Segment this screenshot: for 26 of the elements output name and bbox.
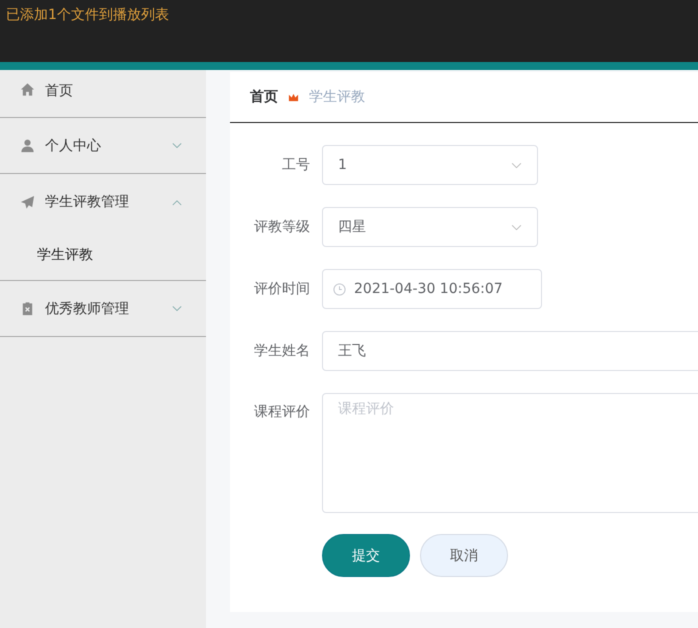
field-label: 评价时间 xyxy=(253,280,311,298)
chevron-up-icon xyxy=(172,198,182,206)
chevron-down-icon xyxy=(511,224,522,230)
user-icon xyxy=(20,138,35,153)
sidebar-item[interactable]: 学生评教管理 xyxy=(0,174,206,230)
home-icon xyxy=(20,82,35,97)
notification-text: 已添加1个文件到播放列表 xyxy=(6,7,169,23)
clock-icon xyxy=(333,282,346,296)
cancel-button[interactable]: 取消 xyxy=(420,534,508,577)
field-label: 学生姓名 xyxy=(253,342,311,360)
chevron-down-icon xyxy=(172,142,182,149)
field-label: 课程评价 xyxy=(253,403,311,421)
select-field[interactable]: 四星 xyxy=(322,207,538,247)
chevron-down-icon xyxy=(172,305,182,312)
clipboard-icon xyxy=(20,301,35,316)
field-label: 评教等级 xyxy=(253,218,311,236)
input-field[interactable]: 王飞 xyxy=(322,331,698,371)
submit-button[interactable]: 提交 xyxy=(322,534,410,577)
chevron-down-icon xyxy=(511,162,522,168)
breadcrumb-link[interactable]: 首页 xyxy=(250,88,278,106)
field-label: 工号 xyxy=(281,156,311,174)
select-field[interactable]: 1 xyxy=(322,145,538,185)
paper-plane-icon xyxy=(20,194,35,210)
textarea-field[interactable]: 课程评价 xyxy=(322,393,698,513)
date-field[interactable]: 2021-04-30 10:56:07 xyxy=(322,269,542,309)
crown-icon xyxy=(288,92,299,102)
